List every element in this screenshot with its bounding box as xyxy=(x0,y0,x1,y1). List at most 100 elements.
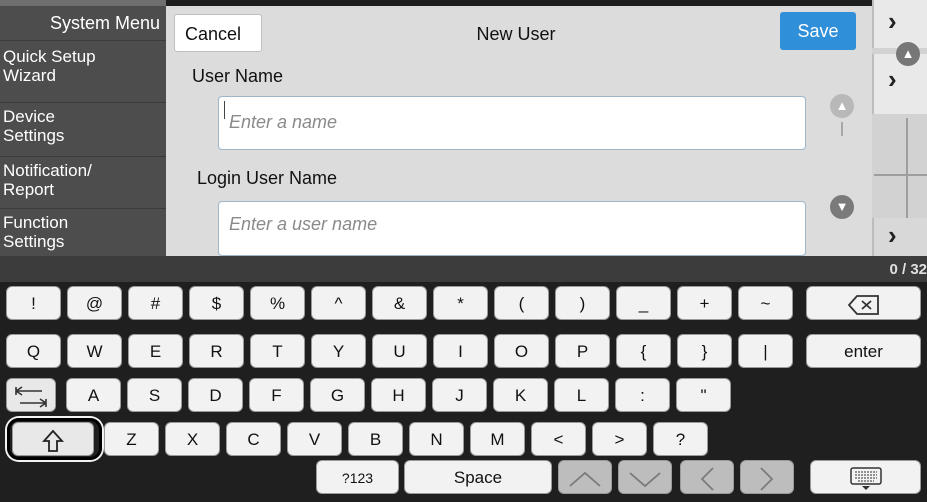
key[interactable]: O xyxy=(494,334,549,368)
key[interactable]: C xyxy=(226,422,281,456)
key[interactable]: * xyxy=(433,286,488,320)
key[interactable]: P xyxy=(555,334,610,368)
sidebar-title: System Menu xyxy=(49,13,160,33)
backspace-key[interactable] xyxy=(806,286,921,320)
key[interactable]: % xyxy=(250,286,305,320)
key-label: $ xyxy=(211,294,222,313)
key[interactable]: & xyxy=(372,286,427,320)
user-name-placeholder: Enter a name xyxy=(229,112,338,132)
shift-key-highlight xyxy=(7,418,102,460)
key[interactable]: Z xyxy=(104,422,159,456)
key[interactable]: | xyxy=(738,334,793,368)
cancel-button[interactable]: Cancel xyxy=(174,14,262,52)
background-menu-item[interactable]: › xyxy=(872,0,927,48)
sidebar-item-label: Wizard xyxy=(3,66,56,85)
login-user-name-placeholder: Enter a user name xyxy=(229,214,378,234)
key[interactable]: F xyxy=(249,378,304,412)
divider xyxy=(874,174,927,176)
key[interactable]: S xyxy=(127,378,182,412)
scroll-up-icon[interactable]: ▲ xyxy=(896,42,920,66)
key[interactable]: ? xyxy=(653,422,708,456)
key[interactable]: M xyxy=(470,422,525,456)
key-label: W xyxy=(86,342,103,361)
key-label: # xyxy=(150,294,161,313)
key[interactable]: < xyxy=(531,422,586,456)
cursor-up-key[interactable] xyxy=(558,460,612,494)
key[interactable]: { xyxy=(616,334,671,368)
key[interactable]: + xyxy=(677,286,732,320)
key-label: @ xyxy=(85,294,104,313)
key[interactable]: ) xyxy=(555,286,610,320)
background-menu-item[interactable]: › xyxy=(872,218,927,256)
key[interactable]: H xyxy=(371,378,426,412)
key-label: & xyxy=(393,294,406,313)
key[interactable]: $ xyxy=(189,286,244,320)
key[interactable]: : xyxy=(615,378,670,412)
sidebar-item-label: Report xyxy=(3,180,55,199)
key[interactable]: U xyxy=(372,334,427,368)
key[interactable]: R xyxy=(189,334,244,368)
key[interactable]: N xyxy=(409,422,464,456)
sidebar-item-notification-report[interactable]: Notification/ Report xyxy=(0,156,166,208)
key[interactable]: W xyxy=(67,334,122,368)
sidebar-item-label: Quick Setup xyxy=(3,47,96,66)
scroll-down-icon[interactable]: ▼ xyxy=(830,195,854,219)
sidebar-item-quick-setup-wizard[interactable]: Quick Setup Wizard xyxy=(0,40,166,94)
key-label: { xyxy=(640,342,647,361)
scroll-track xyxy=(841,122,843,136)
key[interactable]: > xyxy=(592,422,647,456)
key[interactable]: E xyxy=(128,334,183,368)
key-label: M xyxy=(490,430,505,449)
key-label: F xyxy=(271,386,282,405)
key[interactable]: I xyxy=(433,334,488,368)
key-label: < xyxy=(553,430,564,449)
key[interactable]: D xyxy=(188,378,243,412)
key-label: J xyxy=(455,386,464,405)
save-button[interactable]: Save xyxy=(780,12,856,50)
key-label: _ xyxy=(638,294,649,313)
key-label: S xyxy=(148,386,161,405)
sidebar-item-device-settings[interactable]: Device Settings xyxy=(0,102,166,156)
key[interactable]: @ xyxy=(67,286,122,320)
login-user-name-input[interactable]: Enter a user name xyxy=(218,201,806,256)
key[interactable]: Q xyxy=(6,334,61,368)
key[interactable]: # xyxy=(128,286,183,320)
key[interactable]: B xyxy=(348,422,403,456)
key[interactable]: L xyxy=(554,378,609,412)
space-key[interactable]: Space xyxy=(404,460,552,494)
key[interactable]: " xyxy=(676,378,731,412)
key[interactable]: ! xyxy=(6,286,61,320)
key-label: Z xyxy=(126,430,137,449)
right-arrow-icon xyxy=(760,466,774,491)
key[interactable]: Y xyxy=(311,334,366,368)
key[interactable]: K xyxy=(493,378,548,412)
key-label: % xyxy=(269,294,286,313)
key[interactable]: ~ xyxy=(738,286,793,320)
key[interactable]: J xyxy=(432,378,487,412)
key-label: Y xyxy=(332,342,345,361)
scroll-up-icon[interactable]: ▲ xyxy=(830,94,854,118)
key[interactable]: G xyxy=(310,378,365,412)
numeric-key[interactable]: ?123 xyxy=(316,460,399,494)
key[interactable]: A xyxy=(66,378,121,412)
hide-keyboard-key[interactable] xyxy=(810,460,921,494)
key[interactable]: ^ xyxy=(311,286,366,320)
key-label: X xyxy=(186,430,199,449)
cursor-right-key[interactable] xyxy=(740,460,794,494)
key[interactable]: T xyxy=(250,334,305,368)
key-label: + xyxy=(699,294,710,313)
key-label: * xyxy=(457,294,464,313)
key[interactable]: } xyxy=(677,334,732,368)
cursor-left-key[interactable] xyxy=(680,460,734,494)
new-user-dialog: Cancel New User Save User Name Enter a n… xyxy=(166,6,872,256)
tab-key[interactable] xyxy=(6,378,56,412)
cursor-down-key[interactable] xyxy=(618,460,672,494)
key-label: I xyxy=(458,342,463,361)
enter-key[interactable]: enter xyxy=(806,334,921,368)
key[interactable]: _ xyxy=(616,286,671,320)
sidebar-item-function-settings[interactable]: Function Settings xyxy=(0,208,166,256)
key[interactable]: X xyxy=(165,422,220,456)
user-name-input[interactable]: Enter a name xyxy=(218,96,806,150)
key[interactable]: ( xyxy=(494,286,549,320)
key[interactable]: V xyxy=(287,422,342,456)
